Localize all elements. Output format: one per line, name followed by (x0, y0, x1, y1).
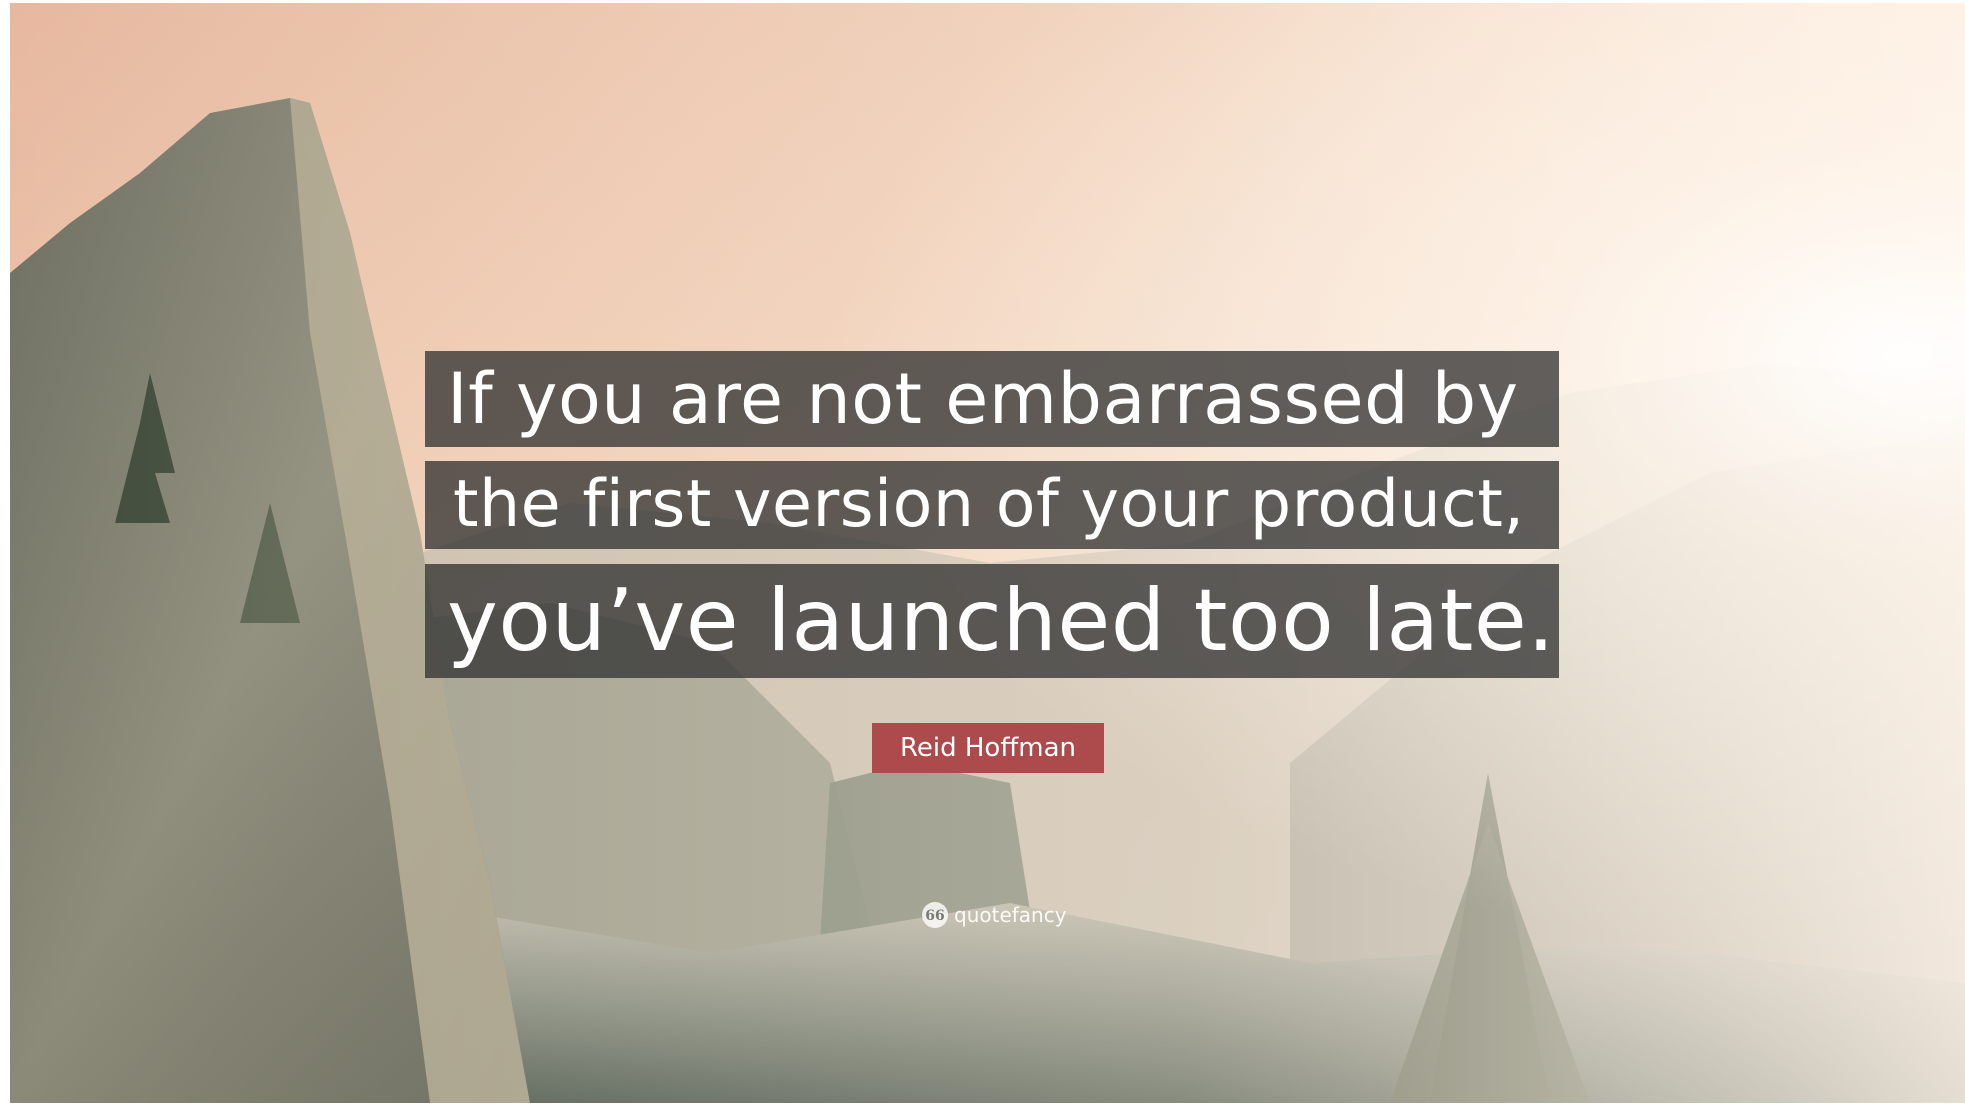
quote-line-2: the first version of your product, (425, 461, 1559, 549)
author-badge: Reid Hoffman (872, 723, 1104, 773)
quote-line-3: you’ve launched too late. (425, 564, 1559, 678)
quotefancy-watermark: 66 quotefancy (922, 900, 1067, 930)
mountain-background (10, 3, 1965, 1103)
quote-line-1: If you are not embarrassed by (425, 351, 1559, 447)
quote-marks-icon: 66 (922, 902, 948, 928)
brand-name: quotefancy (954, 903, 1067, 927)
quote-image: If you are not embarrassed by the first … (10, 3, 1965, 1103)
